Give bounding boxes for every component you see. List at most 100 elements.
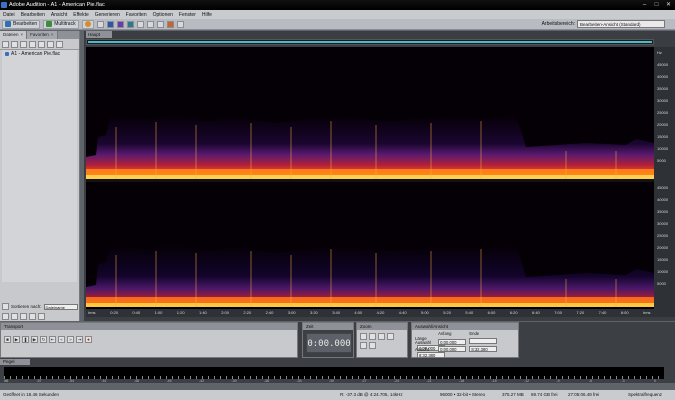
- menu-datei[interactable]: Datei: [3, 12, 15, 18]
- sort-select[interactable]: Dateiname: [43, 303, 78, 310]
- col-header-anfang: Anfang: [438, 331, 452, 336]
- full-paths-icon[interactable]: [2, 313, 9, 320]
- overview-bar[interactable]: [86, 39, 654, 45]
- spectral-display[interactable]: [86, 47, 654, 317]
- lower-panels: Transport ■ ▶ ❚ ▶ ↻ ⇤ « » ⇥ ● Zeit 0:00.…: [0, 322, 675, 359]
- time-panel: Zeit 0:00.000: [302, 322, 354, 358]
- import-icon[interactable]: [2, 41, 9, 48]
- status-free-time: 27:05:06.48 frei: [568, 392, 600, 397]
- tab-dateien[interactable]: Dateien ×: [0, 31, 28, 39]
- go-to-start-button[interactable]: ⇤: [49, 336, 56, 343]
- status-open-time: Geöffnet in 18.46 Sekunden: [3, 392, 59, 397]
- spectral-pan-icon[interactable]: [116, 20, 124, 28]
- status-size: 375.27 MB: [502, 392, 524, 397]
- waveform-view-icon[interactable]: [96, 20, 104, 28]
- zoom-panel: Zoom: [356, 322, 408, 358]
- spectral-frequency-icon[interactable]: [106, 20, 114, 28]
- freq-label: 40000: [657, 197, 669, 202]
- play-button[interactable]: ▶: [13, 336, 20, 343]
- level-scale-label: 0: [654, 379, 656, 383]
- play-icon[interactable]: [47, 41, 54, 48]
- overview-range[interactable]: [88, 41, 652, 43]
- view-length-field[interactable]: 8:32.380: [417, 352, 445, 358]
- freq-label: 20000: [657, 245, 669, 250]
- go-to-end-button[interactable]: ⇥: [76, 336, 83, 343]
- level-scale-label: -51: [101, 379, 107, 383]
- cd-view-button[interactable]: [81, 19, 94, 29]
- selection-end-field[interactable]: [469, 338, 498, 344]
- show-loops-icon[interactable]: [20, 313, 27, 320]
- workspace-select[interactable]: Bearbeiten-Ansicht (Standard): [577, 20, 665, 28]
- hand-tool-icon[interactable]: [176, 20, 184, 28]
- zoom-in-vertical-icon[interactable]: [387, 333, 394, 340]
- close-button[interactable]: ✕: [664, 1, 673, 9]
- show-midi-icon[interactable]: [38, 313, 45, 320]
- status-bar: Geöffnet in 18.46 Sekunden R: -37.3 dB @…: [0, 390, 675, 400]
- time-label: 4:40: [398, 310, 407, 315]
- time-label: 0:20: [110, 310, 118, 315]
- brush-tool-icon[interactable]: [166, 20, 174, 28]
- freq-label: 30000: [657, 221, 669, 226]
- zoom-full-icon[interactable]: [378, 333, 385, 340]
- time-label: 1:00: [154, 310, 163, 315]
- menu-fenster[interactable]: Fenster: [179, 12, 196, 18]
- time-label: 2:20: [243, 310, 252, 315]
- spectral-phase-icon[interactable]: [126, 20, 134, 28]
- show-options-icon[interactable]: [2, 303, 9, 310]
- rewind-button[interactable]: «: [58, 336, 65, 343]
- selection-panel-title: Auswahl/Ansicht: [412, 323, 518, 330]
- menu-ansicht[interactable]: Ansicht: [51, 12, 67, 18]
- insert-multitrack-icon[interactable]: [29, 41, 36, 48]
- autoplay-icon[interactable]: [56, 41, 63, 48]
- list-item[interactable]: A1 - American Pie.flac: [2, 50, 77, 58]
- level-scale-label: -3: [621, 379, 625, 383]
- time-label: 2:00: [221, 310, 229, 315]
- stop-button[interactable]: ■: [4, 336, 11, 343]
- level-panel-title: Pegel: [0, 359, 30, 365]
- edit-view-button[interactable]: Bearbeiten: [2, 19, 41, 29]
- zoom-out-horizontal-icon[interactable]: [369, 333, 376, 340]
- close-icon[interactable]: ×: [51, 32, 54, 37]
- view-end-field[interactable]: 8:32.380: [469, 346, 498, 352]
- level-scale-label: -18: [459, 379, 465, 383]
- time-selection-tool-icon[interactable]: [136, 20, 144, 28]
- zoom-selection-icon[interactable]: [369, 342, 376, 349]
- loop-button[interactable]: ↻: [40, 336, 47, 343]
- maximize-button[interactable]: □: [652, 1, 661, 9]
- menu-bearbeiten[interactable]: Bearbeiten: [21, 12, 45, 18]
- show-audio-icon[interactable]: [11, 313, 18, 320]
- time-label: 1:40: [199, 310, 207, 315]
- status-free: 69.74 GB frei: [531, 392, 558, 397]
- fast-forward-button[interactable]: »: [67, 336, 74, 343]
- menu-generieren[interactable]: Generieren: [95, 12, 120, 18]
- zoom-in-horizontal-icon[interactable]: [360, 333, 367, 340]
- menu-effekte[interactable]: Effekte: [73, 12, 88, 18]
- pause-button[interactable]: ❚: [22, 336, 29, 343]
- zoom-out-vertical-icon[interactable]: [360, 342, 367, 349]
- time-label: 6:20: [509, 310, 518, 315]
- record-button[interactable]: ●: [85, 336, 92, 343]
- freq-label: 5000: [657, 158, 666, 163]
- time-ruler[interactable]: hms 0:20 0:40 1:00 1:20 1:40 2:00 2:20 2:40 3:00 3…: [86, 309, 654, 317]
- menu-hilfe[interactable]: Hilfe: [202, 12, 212, 18]
- menu-optionen[interactable]: Optionen: [153, 12, 173, 18]
- freq-label: 20000: [657, 122, 669, 127]
- close-icon[interactable]: ×: [21, 32, 24, 37]
- menu-favoriten[interactable]: Favoriten: [126, 12, 147, 18]
- time-label: 5:00: [421, 310, 429, 315]
- insert-cd-icon[interactable]: [38, 41, 45, 48]
- lasso-tool-icon[interactable]: [156, 20, 164, 28]
- tab-haupt[interactable]: Haupt: [86, 31, 112, 38]
- play-to-end-button[interactable]: ▶: [31, 336, 38, 343]
- tab-favoriten[interactable]: Favoriten ×: [27, 31, 58, 39]
- marquee-tool-icon[interactable]: [146, 20, 154, 28]
- minimize-button[interactable]: –: [640, 1, 649, 9]
- app-icon: [1, 2, 7, 8]
- status-view-mode: Spektralfrequenz: [628, 392, 663, 397]
- spectrogram-image: [86, 47, 654, 307]
- close-file-icon[interactable]: [20, 41, 27, 48]
- col-header-ende: Ende: [469, 331, 480, 336]
- show-video-icon[interactable]: [29, 313, 36, 320]
- open-icon[interactable]: [11, 41, 18, 48]
- multitrack-view-button[interactable]: Multitrack: [43, 19, 79, 29]
